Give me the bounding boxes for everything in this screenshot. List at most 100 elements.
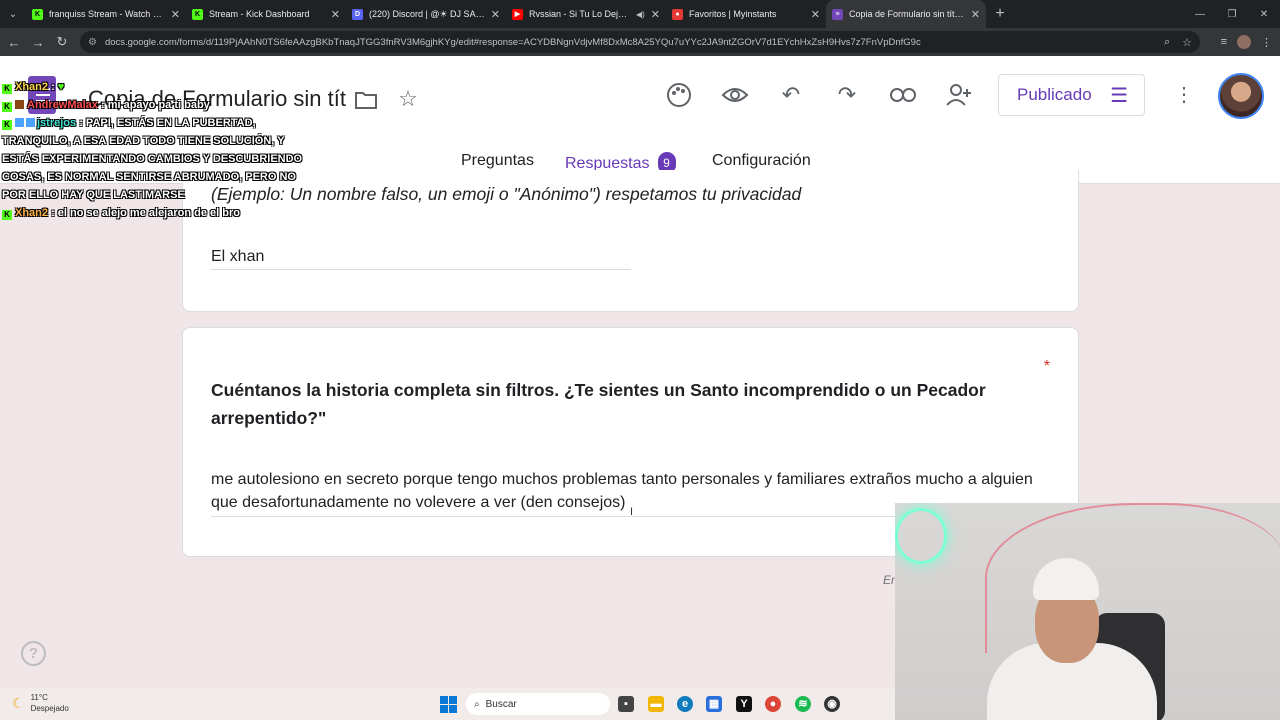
kick-badge-icon: K — [2, 210, 12, 220]
task-view-icon[interactable]: ▪ — [618, 696, 634, 712]
tab-title: (220) Discord | @☀ DJ SANRO — [369, 8, 485, 19]
close-window-icon[interactable]: ✕ — [1248, 0, 1280, 28]
speaker-icon[interactable]: ◀) — [636, 10, 645, 19]
preview-eye-icon[interactable] — [720, 80, 750, 110]
tab-label: Preguntas — [461, 152, 534, 169]
chrome-icon[interactable]: ● — [765, 696, 781, 712]
close-tab-icon[interactable]: ✕ — [811, 8, 820, 21]
palette-icon[interactable] — [664, 80, 694, 110]
add-collaborator-icon[interactable] — [944, 80, 974, 110]
bookmark-star-icon[interactable]: ☆ — [1182, 36, 1192, 49]
undo-icon[interactable]: ↶ — [776, 80, 806, 110]
chat-message: K Xhan2 : el no se alejo me alejaron de e… — [0, 204, 310, 222]
forward-icon[interactable]: → — [26, 28, 50, 56]
star-icon[interactable]: ☆ — [393, 84, 423, 114]
required-asterisk: * — [1043, 358, 1050, 375]
text-cursor-icon: I — [630, 506, 634, 518]
tab-title: Rvssian - Si Tu Lo Dejas FT — [529, 9, 630, 19]
move-to-folder-icon[interactable] — [351, 85, 381, 115]
browser-toolbar: ← → ↻ ⚙ docs.google.com/forms/d/119PjAAh… — [0, 28, 1280, 56]
heart-emote-icon: ♥ — [57, 81, 65, 93]
help-icon[interactable]: ? — [21, 641, 46, 666]
google-forms-icon: ≡ — [832, 8, 843, 20]
url-text[interactable]: docs.google.com/forms/d/119PjAAhN0TS6feA… — [105, 37, 1164, 48]
browser-tab[interactable]: K Stream - Kick Dashboard ✕ — [186, 0, 346, 28]
chat-text: mi apayo pa ti baby — [107, 99, 210, 111]
tab-title: Favoritos | Myinstants — [689, 9, 777, 19]
diamond-badge-icon — [15, 118, 24, 127]
store-icon[interactable]: ▦ — [706, 696, 722, 712]
close-tab-icon[interactable]: ✕ — [651, 8, 660, 21]
reload-icon[interactable]: ↻ — [50, 28, 74, 56]
kick-badge-icon: K — [2, 120, 12, 130]
tab-title: Stream - Kick Dashboard — [209, 9, 310, 19]
yandex-icon[interactable]: Y — [736, 696, 752, 712]
weather-condition: Despejado — [30, 704, 69, 713]
profile-avatar-small[interactable] — [1237, 35, 1251, 49]
chat-message: Kjstrejos : PAPI, ESTÁS EN LA PUBERTAD, … — [2, 117, 303, 201]
file-explorer-icon[interactable]: ▬ — [648, 696, 664, 712]
discord-icon: D — [352, 8, 363, 20]
myinstants-icon: ● — [672, 8, 683, 20]
site-info-icon[interactable]: ⚙ — [88, 37, 97, 48]
question-title: Cuéntanos la historia completa sin filtr… — [211, 380, 986, 428]
chat-username: Xhan2 — [15, 81, 49, 93]
close-tab-icon[interactable]: ✕ — [171, 8, 180, 21]
tab-search-icon[interactable]: ⌄ — [0, 0, 26, 28]
browser-tab[interactable]: ● Favoritos | Myinstants ✕ — [666, 0, 826, 28]
weather-widget[interactable]: ☾ 11°C Despejado — [12, 692, 69, 714]
edge-icon[interactable]: e — [677, 696, 693, 712]
tab-title: franquiss Stream - Watch Live on — [49, 9, 165, 19]
redo-icon[interactable]: ↷ — [832, 80, 862, 110]
browser-tab-strip: ⌄ K franquiss Stream - Watch Live on ✕ K… — [0, 0, 1280, 28]
close-tab-icon[interactable]: ✕ — [971, 8, 980, 21]
link-icon[interactable] — [888, 80, 918, 110]
chat-text: el no se alejo me alejaron de el bro — [57, 207, 240, 219]
weather-temp: 11°C — [30, 693, 48, 702]
youtube-icon: ▶ — [512, 8, 523, 20]
response-card-name: (Ejemplo: Un nombre falso, un emoji o "A… — [182, 170, 1079, 312]
restore-icon[interactable]: ❐ — [1216, 0, 1248, 28]
search-placeholder: Buscar — [485, 698, 517, 710]
shield-badge-icon — [15, 100, 24, 109]
chat-message: K AndrewMalax : mi apayo pa ti baby — [0, 96, 310, 114]
browser-tab[interactable]: K franquiss Stream - Watch Live on ✕ — [26, 0, 186, 28]
browser-tab-active[interactable]: ≡ Copia de Formulario sin título ✕ — [826, 0, 986, 28]
close-tab-icon[interactable]: ✕ — [331, 8, 340, 21]
stream-chat-overlay: K Xhan2 : ♥ K AndrewMalax : mi apayo pa ti… — [0, 78, 310, 222]
browser-tab[interactable]: ▶ Rvssian - Si Tu Lo Dejas FT ◀) ✕ — [506, 0, 666, 28]
tune-settings-icon: ☰ — [1110, 84, 1128, 107]
user-avatar[interactable] — [1218, 73, 1264, 119]
address-bar[interactable]: ⚙ docs.google.com/forms/d/119PjAAhN0TS6f… — [80, 31, 1200, 53]
zoom-icon[interactable]: ⌕ — [1164, 36, 1170, 49]
browser-tab[interactable]: D (220) Discord | @☀ DJ SANRO ✕ — [346, 0, 506, 28]
chat-username: Xhan2 — [15, 207, 49, 219]
windows-start-icon[interactable] — [440, 696, 457, 713]
response-answer: El xhan — [211, 248, 631, 270]
window-controls: — ❐ ✕ — [1184, 0, 1280, 28]
publish-label: Publicado — [1017, 85, 1092, 104]
subscriber-badge-icon — [26, 118, 35, 127]
browser-menu-icon[interactable]: ⋮ — [1261, 36, 1272, 49]
spotify-icon[interactable]: ≋ — [795, 696, 811, 712]
publish-button[interactable]: Publicado ☰ — [998, 74, 1145, 116]
chat-username: jstrejos — [37, 117, 77, 129]
search-icon: ⌕ — [474, 698, 480, 710]
tab-label: Configuración — [712, 152, 811, 169]
kick-icon: K — [192, 8, 203, 20]
chat-message: K Xhan2 : ♥ — [0, 78, 310, 96]
back-icon[interactable]: ← — [2, 28, 26, 56]
close-tab-icon[interactable]: ✕ — [491, 8, 500, 21]
kick-badge-icon: K — [2, 102, 12, 112]
minimize-icon[interactable]: — — [1184, 0, 1216, 28]
neon-sign — [895, 508, 947, 564]
media-controls-icon[interactable]: ≡ — [1221, 36, 1227, 48]
webcam-overlay — [895, 503, 1280, 720]
obs-icon[interactable]: ◉ — [824, 696, 840, 712]
kick-icon: K — [32, 8, 43, 20]
chat-username: AndrewMalax — [27, 99, 98, 111]
new-tab-button[interactable]: + — [986, 5, 1014, 23]
kick-badge-icon: K — [2, 84, 12, 94]
more-options-icon[interactable]: ⋮ — [1172, 78, 1196, 112]
taskbar-search[interactable]: ⌕ Buscar — [466, 693, 610, 715]
